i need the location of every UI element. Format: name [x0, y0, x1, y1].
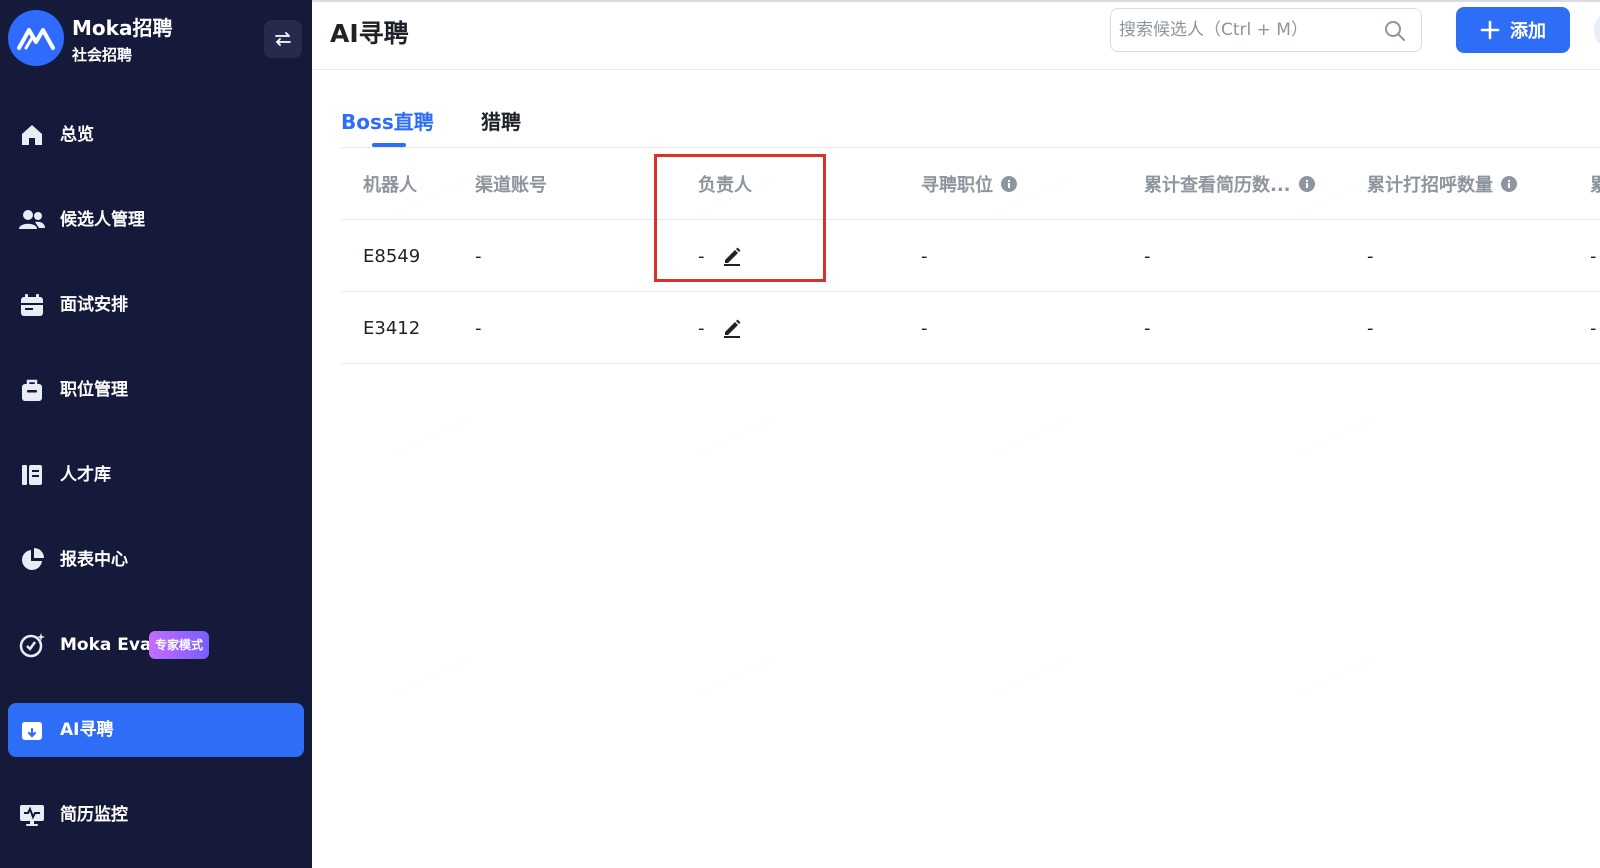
table-header: 机器人 渠道账号 负责人 寻聘职位 累计查看简历数... 累计打招呼数量 累 — [341, 148, 1600, 220]
search-input[interactable] — [1119, 17, 1369, 43]
home-icon — [18, 121, 46, 149]
switch-button[interactable] — [264, 20, 302, 58]
brand-subtitle: 社会招聘 — [72, 46, 133, 64]
cell-extra: - — [1590, 245, 1597, 267]
search-icon[interactable] — [1383, 19, 1407, 43]
edit-pencil-icon[interactable] — [721, 317, 743, 339]
sidebar-item-label: 面试安排 — [60, 295, 128, 315]
briefcase-icon — [18, 376, 46, 404]
sidebar-item-reports[interactable]: 报表中心 — [8, 533, 304, 587]
add-button[interactable]: 添加 — [1456, 7, 1570, 53]
sidebar-item-interviews[interactable]: 面试安排 — [8, 278, 304, 332]
brand-name: Moka招聘 — [72, 16, 173, 40]
top-header: AI寻聘 添加 — [312, 0, 1600, 70]
sidebar-item-label: 候选人管理 — [60, 210, 145, 230]
sidebar-item-moka-eva[interactable]: Moka Eva 专家模式 — [8, 618, 304, 672]
info-icon[interactable] — [1001, 176, 1017, 192]
add-button-label: 添加 — [1510, 21, 1546, 42]
sidebar-item-label: 职位管理 — [60, 380, 128, 400]
tab-boss[interactable]: Boss直聘 — [341, 106, 434, 135]
sidebar-item-ai-recruit[interactable]: AI寻聘 — [8, 703, 304, 757]
column-header-channel: 渠道账号 — [475, 175, 547, 196]
cell-owner: - — [698, 292, 743, 364]
column-header-position: 寻聘职位 — [921, 148, 1017, 220]
calendar-icon — [18, 291, 46, 319]
column-header-greeted-label: 累计打招呼数量 — [1367, 175, 1493, 196]
column-header-viewed-label: 累计查看简历数... — [1144, 175, 1291, 196]
moka-logo-icon[interactable] — [8, 10, 64, 66]
cell-viewed: - — [1144, 245, 1151, 267]
cell-position: - — [921, 317, 928, 339]
active-tab-indicator — [372, 143, 406, 147]
channel-tabs: Boss直聘 猎聘 — [341, 96, 1600, 148]
ai-box-icon — [18, 716, 46, 744]
sidebar-item-candidates[interactable]: 候选人管理 — [8, 193, 304, 247]
brand: Moka招聘 社会招聘 — [8, 8, 304, 70]
sidebar-item-label: AI寻聘 — [60, 720, 114, 740]
column-header-extra: 累 — [1590, 175, 1600, 196]
cell-extra: - — [1590, 317, 1597, 339]
column-header-robot: 机器人 — [363, 175, 417, 196]
users-icon — [18, 206, 46, 234]
info-icon[interactable] — [1501, 176, 1517, 192]
expert-mode-badge: 专家模式 — [149, 631, 210, 659]
pie-chart-icon — [18, 546, 46, 574]
page-title: AI寻聘 — [330, 19, 409, 48]
books-icon — [18, 461, 46, 489]
sidebar-item-label: 报表中心 — [60, 550, 128, 570]
cell-robot: E3412 — [363, 317, 421, 339]
eva-icon — [18, 631, 46, 659]
sidebar-item-resume-monitor[interactable]: 简历监控 — [8, 788, 304, 842]
sidebar-item-label: Moka Eva — [60, 635, 152, 655]
sidebar-item-talent-pool[interactable]: 人才库 — [8, 448, 304, 502]
column-header-greeted: 累计打招呼数量 — [1367, 148, 1517, 220]
sidebar-item-label: 简历监控 — [60, 805, 128, 825]
column-header-viewed: 累计查看简历数... — [1144, 148, 1315, 220]
table-row: E3412 - - - - - - — [341, 292, 1600, 364]
sidebar-item-label: 人才库 — [60, 465, 111, 485]
table-row: E8549 - - - - - - — [341, 220, 1600, 292]
info-icon[interactable] — [1298, 176, 1315, 192]
cell-viewed: - — [1144, 317, 1151, 339]
cell-greeted: - — [1367, 317, 1374, 339]
owner-highlight-box — [654, 154, 826, 282]
tab-liepin[interactable]: 猎聘 — [481, 106, 521, 135]
search-box[interactable] — [1110, 8, 1422, 52]
plus-icon — [1480, 20, 1500, 40]
cell-channel: - — [475, 317, 482, 339]
cell-channel: - — [475, 245, 482, 267]
cell-robot: E8549 — [363, 245, 421, 267]
sidebar-item-label: 总览 — [60, 125, 94, 145]
cell-greeted: - — [1367, 245, 1374, 267]
cell-position: - — [921, 245, 928, 267]
switch-arrows-icon — [275, 32, 291, 46]
column-header-position-label: 寻聘职位 — [921, 175, 993, 196]
sidebar: Moka招聘 社会招聘 总览 候选人管理 面试安排 职位管理 人才库 报表中心 … — [0, 0, 312, 868]
sidebar-item-jobs[interactable]: 职位管理 — [8, 363, 304, 417]
avatar[interactable] — [1594, 10, 1600, 50]
sidebar-item-overview[interactable]: 总览 — [8, 108, 304, 162]
monitor-icon — [18, 801, 46, 829]
cell-owner-value: - — [698, 317, 705, 339]
